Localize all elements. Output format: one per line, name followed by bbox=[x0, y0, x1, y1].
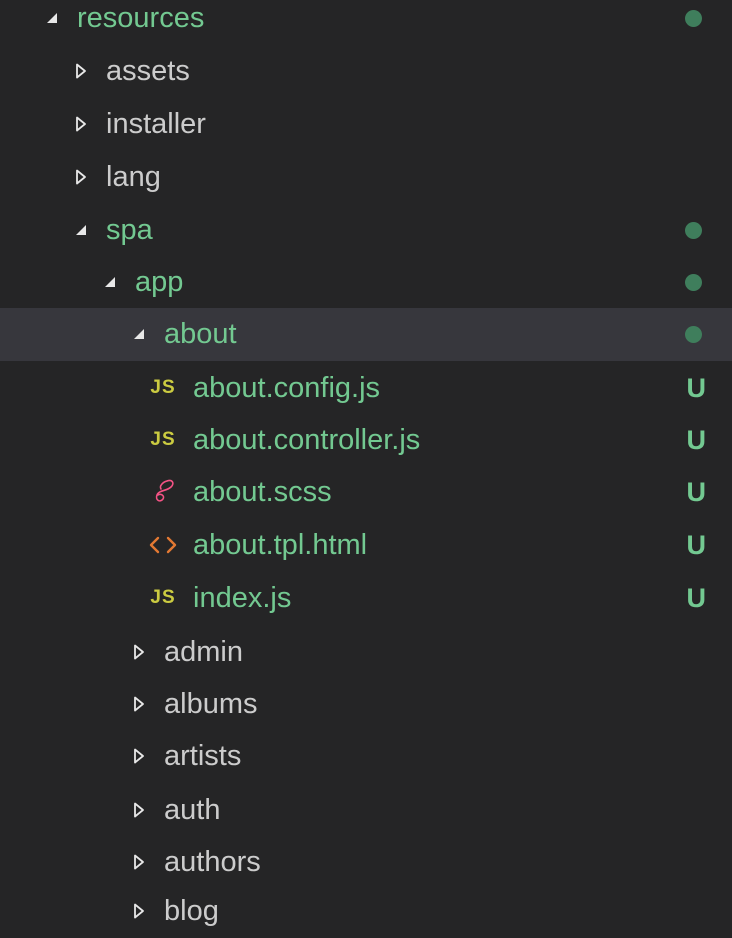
tree-item-blog[interactable]: blog bbox=[0, 885, 732, 938]
tree-item-label: albums bbox=[164, 688, 258, 720]
tree-item-about-controller-js[interactable]: JS about.controller.js U bbox=[0, 414, 732, 467]
chevron-down-icon[interactable] bbox=[102, 274, 118, 290]
git-modified-dot bbox=[685, 326, 702, 343]
tree-item-installer[interactable]: installer bbox=[0, 98, 732, 151]
file-explorer-tree: resources assets installer lang spa app … bbox=[0, 0, 732, 938]
chevron-right-icon[interactable] bbox=[73, 116, 89, 132]
chevron-right-icon[interactable] bbox=[131, 802, 147, 818]
tree-item-label: about bbox=[164, 318, 237, 350]
tree-item-about-scss[interactable]: about.scss U bbox=[0, 466, 732, 519]
tree-item-artists[interactable]: artists bbox=[0, 730, 732, 783]
chevron-right-icon[interactable] bbox=[131, 696, 147, 712]
tree-item-admin[interactable]: admin bbox=[0, 626, 732, 679]
tree-item-label: index.js bbox=[193, 582, 292, 614]
chevron-down-icon[interactable] bbox=[73, 222, 89, 238]
tree-item-label: resources bbox=[77, 2, 205, 34]
chevron-down-icon[interactable] bbox=[44, 10, 60, 26]
chevron-right-icon[interactable] bbox=[131, 644, 147, 660]
tree-item-label: about.scss bbox=[193, 476, 332, 508]
sass-file-icon bbox=[149, 478, 177, 506]
git-modified-dot bbox=[685, 10, 702, 27]
chevron-right-icon[interactable] bbox=[73, 169, 89, 185]
tree-item-label: about.controller.js bbox=[193, 424, 421, 456]
tree-item-label: auth bbox=[164, 794, 221, 826]
git-status-badge: U bbox=[686, 373, 707, 403]
chevron-right-icon[interactable] bbox=[131, 748, 147, 764]
chevron-right-icon[interactable] bbox=[131, 903, 147, 919]
tree-item-spa[interactable]: spa bbox=[0, 204, 732, 257]
git-status-badge: U bbox=[686, 583, 707, 613]
chevron-down-icon[interactable] bbox=[131, 326, 147, 342]
tree-item-label: app bbox=[135, 266, 184, 298]
tree-item-auth[interactable]: auth bbox=[0, 784, 732, 837]
chevron-right-icon[interactable] bbox=[131, 854, 147, 870]
tree-item-label: lang bbox=[106, 161, 161, 193]
js-file-icon: JS bbox=[150, 429, 176, 450]
git-modified-dot bbox=[685, 222, 702, 239]
tree-item-about[interactable]: about bbox=[0, 308, 732, 361]
chevron-right-icon[interactable] bbox=[73, 63, 89, 79]
tree-item-about-tpl-html[interactable]: about.tpl.html U bbox=[0, 519, 732, 572]
tree-item-authors[interactable]: authors bbox=[0, 836, 732, 889]
tree-item-label: authors bbox=[164, 846, 261, 878]
tree-item-about-config-js[interactable]: JS about.config.js U bbox=[0, 362, 732, 415]
tree-item-lang[interactable]: lang bbox=[0, 151, 732, 204]
js-file-icon: JS bbox=[150, 377, 176, 398]
git-modified-dot bbox=[685, 274, 702, 291]
git-status-badge: U bbox=[686, 530, 707, 560]
tree-item-label: admin bbox=[164, 636, 243, 668]
tree-item-label: assets bbox=[106, 55, 190, 87]
git-status-badge: U bbox=[686, 477, 707, 507]
tree-item-resources[interactable]: resources bbox=[0, 0, 732, 45]
tree-item-label: installer bbox=[106, 108, 206, 140]
git-status-badge: U bbox=[686, 425, 707, 455]
tree-item-index-js[interactable]: JS index.js U bbox=[0, 572, 732, 625]
tree-item-app[interactable]: app bbox=[0, 256, 732, 309]
tree-item-label: artists bbox=[164, 740, 242, 772]
tree-item-label: about.config.js bbox=[193, 372, 381, 404]
tree-item-label: spa bbox=[106, 214, 153, 246]
html-file-icon bbox=[149, 531, 177, 559]
tree-item-assets[interactable]: assets bbox=[0, 45, 732, 98]
tree-item-albums[interactable]: albums bbox=[0, 678, 732, 731]
tree-item-label: blog bbox=[164, 895, 219, 927]
tree-item-label: about.tpl.html bbox=[193, 529, 368, 561]
js-file-icon: JS bbox=[150, 587, 176, 608]
